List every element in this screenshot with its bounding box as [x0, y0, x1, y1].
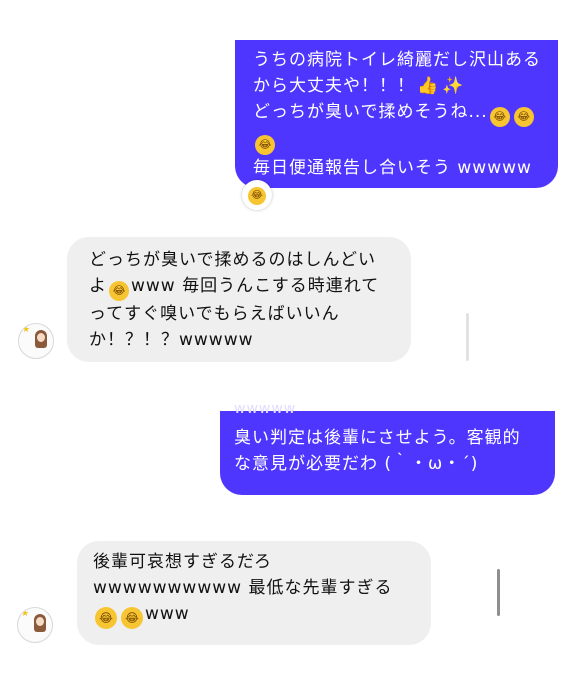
sent-message-bubble[interactable]: wwwww 臭い判定は後輩にさせよう。客観的 な意見が必要だわ (｀・ω・´): [220, 403, 555, 495]
message-line-wrap: どっちが臭いで揉めそうね... 😂 😂: [253, 99, 546, 127]
sent-message-bubble[interactable]: うちの病院トイレ綺麗だし沢山ある から大丈夫や！！！ 👍 ✨ どっちが臭いで揉めそう…: [235, 40, 558, 188]
thumbs-up-icon: 👍: [417, 76, 439, 96]
sender-avatar[interactable]: ★: [18, 323, 54, 359]
message-line: 毎日便通報告し合いそう wwwww: [253, 158, 532, 178]
message-line-wrap: 😂 😂 www: [93, 601, 421, 629]
message-line: www: [145, 604, 190, 624]
sparkles-icon: ✨: [442, 76, 464, 96]
avatar-face: [37, 333, 45, 342]
message-line: どっちが臭いで揉めるのはしんどい: [89, 250, 376, 270]
message-line: 後輩可哀想すぎるだろ: [93, 552, 272, 572]
message-line: 臭い判定は後輩にさせよう。客観的: [234, 428, 521, 448]
scrollbar[interactable]: [497, 569, 500, 616]
sender-avatar[interactable]: ★: [17, 607, 53, 643]
message-line-wrap: から大丈夫や！！！ 👍 ✨: [253, 73, 546, 99]
message-line: ってすぐ嗅いでもらえばいいん: [89, 304, 340, 324]
rolling-laughing-icon: 😂: [109, 281, 129, 301]
message-line: か！？！？wwwww: [89, 330, 254, 350]
clipped-text: wwwww: [234, 403, 297, 415]
scrollbar[interactable]: [466, 313, 469, 361]
star-icon: ★: [22, 325, 31, 335]
received-message-bubble[interactable]: 後輩可哀想すぎるだろ wwwwwwwwww 最低な先輩すぎる 😂 😂 www: [77, 541, 431, 645]
message-line: wwwwwwwwww 最低な先輩すぎる: [93, 578, 393, 598]
message-reaction[interactable]: 😂: [242, 180, 272, 210]
message-line-wrap: よ 😂 www 毎回うんこする時連れて: [89, 273, 401, 301]
rolling-laughing-icon: 😂: [255, 135, 275, 155]
message-line: www 毎回うんこする時連れて: [131, 276, 380, 296]
received-message-bubble[interactable]: どっちが臭いで揉めるのはしんどい よ 😂 www 毎回うんこする時連れて ってすぐ嗅…: [67, 237, 411, 362]
message-line: どっちが臭いで揉めそうね...: [253, 102, 488, 122]
message-line-prefix: よ: [89, 276, 107, 296]
avatar-face: [36, 617, 44, 626]
message-line: うちの病院トイレ綺麗だし沢山ある: [253, 50, 541, 70]
face-with-tears-of-joy-icon: 😂: [121, 607, 143, 629]
message-line: から大丈夫や！！！: [253, 76, 415, 96]
star-icon: ★: [21, 609, 30, 619]
face-with-tears-of-joy-icon: 😂: [95, 607, 117, 629]
face-with-tears-of-joy-icon: 😂: [248, 186, 266, 205]
message-line-wrap: 😂: [253, 127, 546, 155]
rolling-laughing-icon: 😂: [513, 107, 534, 127]
message-line: な意見が必要だわ (｀・ω・´): [234, 454, 479, 474]
rolling-laughing-icon: 😂: [489, 107, 510, 127]
